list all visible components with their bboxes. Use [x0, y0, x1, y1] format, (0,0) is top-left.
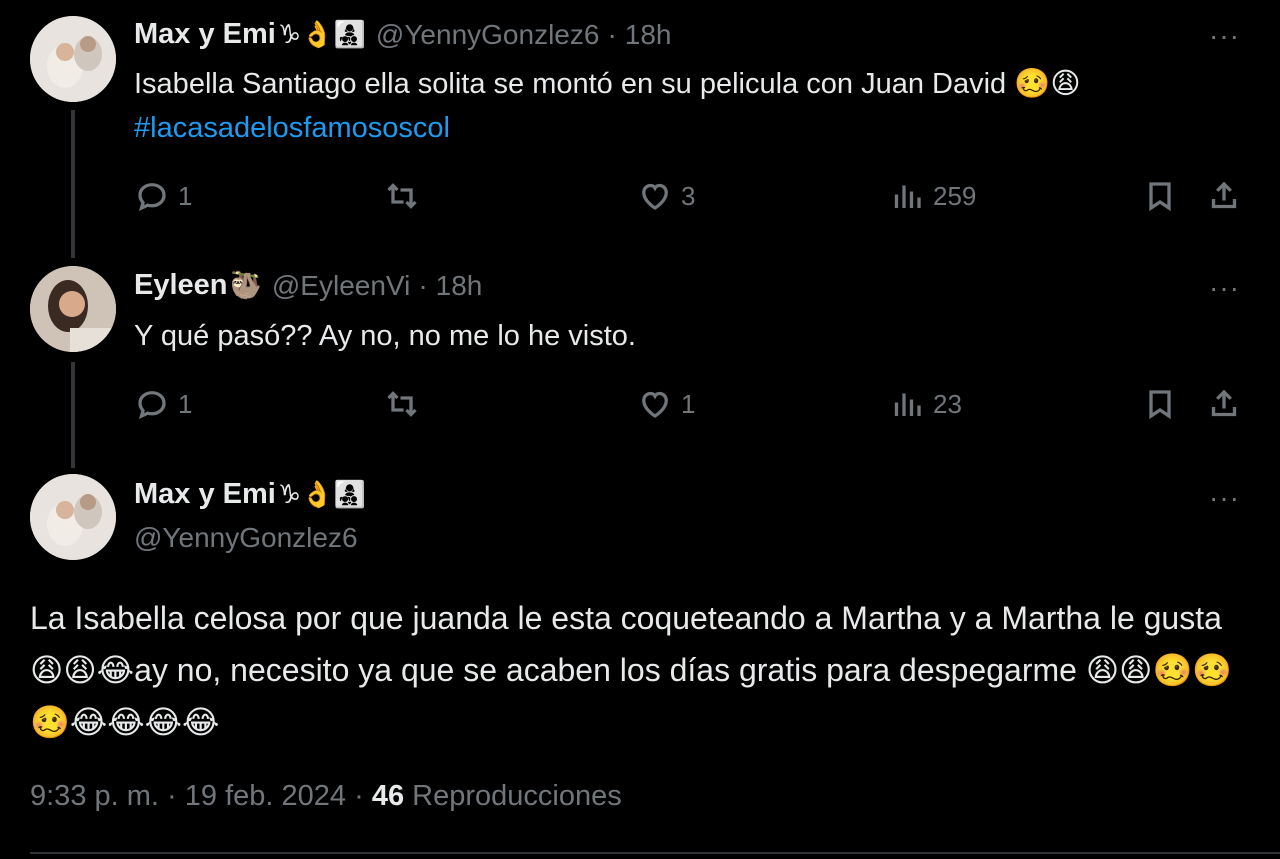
action-bar: 1 1 23	[134, 386, 1244, 426]
bookmark-button[interactable]	[1142, 386, 1178, 422]
bookmark-icon	[1149, 390, 1171, 420]
handle[interactable]: @YennyGonzlez6	[376, 19, 600, 51]
main-tweet-text: La Isabella celosa por que juanda le est…	[30, 600, 1233, 740]
separator: ·	[607, 18, 617, 50]
separator: ·	[354, 780, 364, 812]
tweet-header: Max y Emi ♑👌👩‍👧‍👦	[134, 478, 366, 511]
separator: ·	[167, 780, 177, 812]
hashtag-link[interactable]: #lacasadelosfamososcol	[134, 112, 450, 144]
tweet-body: Isabella Santiago ella solita se montó e…	[134, 68, 1081, 100]
like-button[interactable]: 3	[637, 178, 695, 214]
handle[interactable]: @YennyGonzlez6	[134, 522, 358, 554]
views-button[interactable]: 23	[889, 386, 962, 422]
avatar[interactable]	[30, 266, 116, 352]
thread-line	[71, 362, 75, 468]
avatar[interactable]	[30, 474, 116, 560]
views-button[interactable]: 259	[889, 178, 976, 214]
share-icon	[1211, 389, 1237, 417]
timestamp[interactable]: 18h	[625, 19, 672, 51]
views-icon	[894, 185, 921, 208]
tweet-time[interactable]: 9:33 p. m.	[30, 780, 159, 812]
like-count: 3	[681, 180, 696, 211]
thread-line	[71, 110, 75, 258]
display-name[interactable]: Max y Emi	[134, 18, 276, 51]
tweet-meta: 9:33 p. m. · 19 feb. 2024 · 46 Reproducc…	[30, 780, 622, 813]
views-count: 23	[933, 388, 962, 419]
like-button[interactable]: 1	[637, 386, 695, 422]
handle[interactable]: @EyleenVi	[272, 270, 410, 302]
views-icon	[894, 393, 921, 416]
like-count: 1	[681, 388, 696, 419]
divider	[30, 852, 1280, 854]
reply-icon	[138, 391, 166, 419]
retweet-button[interactable]	[384, 178, 428, 214]
tweet-text: Y qué pasó?? Ay no, no me lo he visto.	[134, 320, 636, 352]
name-emojis: 🦥	[229, 270, 262, 301]
more-options-icon[interactable]: ···	[1209, 482, 1240, 514]
tweet-header: Max y Emi ♑👌👩‍👧‍👦 @YennyGonzlez6 · 18h	[134, 18, 672, 51]
retweet-icon	[387, 183, 417, 209]
tweet-text: Isabella Santiago ella solita se montó e…	[134, 62, 1081, 150]
tweet-header: Eyleen 🦥 @EyleenVi · 18h	[134, 269, 482, 302]
tweet-date[interactable]: 19 feb. 2024	[185, 780, 346, 812]
tweet-2[interactable]: Eyleen 🦥 @EyleenVi · 18h ··· Y qué pasó?…	[0, 260, 1280, 470]
action-bar: 1 3 259	[134, 178, 1244, 218]
reply-count: 1	[178, 180, 193, 211]
separator: ·	[418, 269, 428, 301]
handle-row: @YennyGonzlez6	[134, 522, 358, 554]
reply-count: 1	[178, 388, 193, 419]
heart-icon	[642, 391, 668, 418]
timestamp[interactable]: 18h	[436, 270, 483, 302]
reply-button[interactable]: 1	[134, 386, 192, 422]
more-options-icon[interactable]: ···	[1209, 272, 1240, 304]
bookmark-icon	[1149, 182, 1171, 212]
heart-icon	[642, 183, 668, 210]
display-name[interactable]: Eyleen	[134, 269, 228, 302]
share-button[interactable]	[1206, 178, 1242, 214]
reply-icon	[138, 183, 166, 211]
more-options-icon[interactable]: ···	[1209, 20, 1240, 52]
reply-button[interactable]: 1	[134, 178, 192, 214]
avatar[interactable]	[30, 16, 116, 102]
share-button[interactable]	[1206, 386, 1242, 422]
bookmark-button[interactable]	[1142, 178, 1178, 214]
name-emojis: ♑👌👩‍👧‍👦	[277, 479, 366, 510]
tweet-1[interactable]: Max y Emi ♑👌👩‍👧‍👦 @YennyGonzlez6 · 18h ·…	[0, 0, 1280, 260]
views-count: 46	[371, 780, 405, 812]
share-icon	[1211, 181, 1237, 209]
retweet-icon	[387, 391, 417, 417]
views-count: 259	[933, 180, 977, 211]
retweet-button[interactable]	[384, 386, 428, 422]
views-label: Reproducciones	[412, 780, 622, 812]
display-name[interactable]: Max y Emi	[134, 478, 276, 511]
name-emojis: ♑👌👩‍👧‍👦	[277, 19, 366, 50]
